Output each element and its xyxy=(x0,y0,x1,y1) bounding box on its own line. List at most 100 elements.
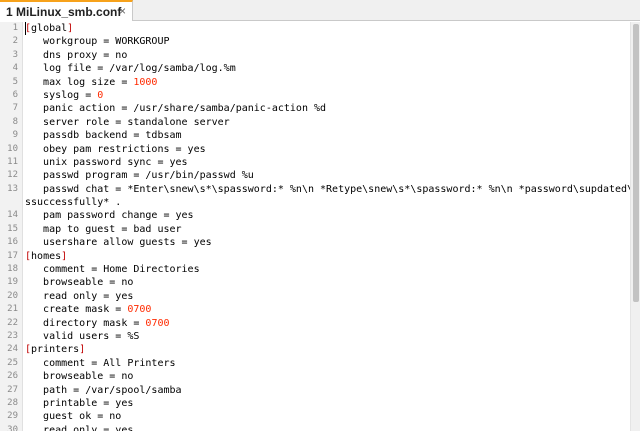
code-line: 24 [printers] xyxy=(0,343,630,356)
code-line: 7 panic action = /usr/share/samba/panic-… xyxy=(0,102,630,115)
code-text: read only = yes xyxy=(25,290,133,303)
code-text: directory mask = 0700 xyxy=(25,317,170,330)
scrollbar-thumb[interactable] xyxy=(633,24,639,302)
code-token: printers xyxy=(31,344,80,356)
code-token: obey pam restrictions = yes xyxy=(25,143,206,155)
line-number: 4 xyxy=(12,63,18,74)
code-token: log file = /var/log/samba/log.%m xyxy=(25,63,236,75)
code-line: 15 map to guest = bad user xyxy=(0,223,630,236)
line-number: 3 xyxy=(12,49,18,60)
code-text: guest ok = no xyxy=(25,410,121,423)
code-line: 19 browseable = no xyxy=(0,276,630,289)
code-line: 25 comment = All Printers xyxy=(0,357,630,370)
line-number: 7 xyxy=(12,103,18,114)
code-editor[interactable]: 1 [global] 2 workgroup = WORKGROUP 3 dns pr… xyxy=(0,22,630,431)
code-text: usershare allow guests = yes xyxy=(25,236,212,249)
code-line: 1 [global] xyxy=(0,22,630,35)
code-token: browseable = no xyxy=(25,277,134,289)
code-token: read only = yes xyxy=(25,424,134,431)
line-number: 30 xyxy=(7,424,18,431)
code-text: valid users = %S xyxy=(25,330,139,343)
line-number: 8 xyxy=(12,116,18,127)
code-text: pam password change = yes xyxy=(25,209,194,222)
code-token: syslog = xyxy=(25,89,98,101)
text-cursor xyxy=(25,22,26,35)
line-number: 5 xyxy=(12,76,18,87)
file-tab-title: 1 MiLinux_smb.conf xyxy=(6,4,122,19)
line-number: 26 xyxy=(7,371,18,382)
code-text: browseable = no xyxy=(25,370,133,383)
line-number: 6 xyxy=(12,89,18,100)
code-line: 16 usershare allow guests = yes xyxy=(0,236,630,249)
code-token: panic action = /usr/share/samba/panic-ac… xyxy=(25,103,327,115)
code-line: 29 guest ok = no xyxy=(0,410,630,423)
vertical-scrollbar[interactable] xyxy=(630,22,640,431)
code-line: 5 max log size = 1000 xyxy=(0,76,630,89)
code-text: passdb backend = tdbsam xyxy=(25,129,182,142)
code-token: comment = Home Directories xyxy=(25,264,200,276)
code-line: 11 unix password sync = yes xyxy=(0,156,630,169)
code-text: comment = Home Directories xyxy=(25,263,200,276)
code-line: 21 create mask = 0700 xyxy=(0,303,630,316)
code-token: pam password change = yes xyxy=(25,210,194,222)
code-text: server role = standalone server xyxy=(25,116,230,129)
code-line: 12 passwd program = /usr/bin/passwd %u xyxy=(0,169,630,182)
code-token: create mask = xyxy=(25,304,128,316)
code-token: dns proxy = no xyxy=(25,49,128,61)
line-number: 25 xyxy=(7,357,18,368)
line-number: 18 xyxy=(7,264,18,275)
line-number: 11 xyxy=(7,156,18,167)
code-line: 14 pam password change = yes xyxy=(0,209,630,222)
code-text: ssuccessfully* . xyxy=(25,196,121,209)
line-number: 24 xyxy=(7,344,18,355)
code-text: printable = yes xyxy=(25,397,133,410)
code-text: browseable = no xyxy=(25,276,133,289)
code-line: 18 comment = Home Directories xyxy=(0,263,630,276)
code-token: ssuccessfully* . xyxy=(25,197,122,209)
line-number: 28 xyxy=(7,397,18,408)
code-text: [homes] xyxy=(25,250,67,263)
line-number: 27 xyxy=(7,384,18,395)
code-line: 10 obey pam restrictions = yes xyxy=(0,143,630,156)
code-text: panic action = /usr/share/samba/panic-ac… xyxy=(25,102,326,115)
code-line: 2 workgroup = WORKGROUP xyxy=(0,35,630,48)
line-number: 13 xyxy=(7,183,18,194)
tab-bar: 1 MiLinux_smb.conf × xyxy=(0,0,640,21)
code-token: read only = yes xyxy=(25,290,134,302)
code-text: passwd chat = *Enter\snew\s*\spassword:*… xyxy=(25,183,630,196)
code-token: passdb backend = tdbsam xyxy=(25,130,182,142)
line-number: 14 xyxy=(7,210,18,221)
code-text: log file = /var/log/samba/log.%m xyxy=(25,62,236,75)
code-text: create mask = 0700 xyxy=(25,303,151,316)
code-line: 3 dns proxy = no xyxy=(0,49,630,62)
code-text: read only = yes xyxy=(25,424,133,431)
code-line: 22 directory mask = 0700 xyxy=(0,317,630,330)
line-number: 21 xyxy=(7,304,18,315)
code-line: 27 path = /var/spool/samba xyxy=(0,384,630,397)
code-text: path = /var/spool/samba xyxy=(25,384,182,397)
code-line: 9 passdb backend = tdbsam xyxy=(0,129,630,142)
line-number: 22 xyxy=(7,317,18,328)
code-text: [printers] xyxy=(25,343,85,356)
code-token: homes xyxy=(31,250,62,262)
code-text: passwd program = /usr/bin/passwd %u xyxy=(25,169,254,182)
code-line: 20 read only = yes xyxy=(0,290,630,303)
code-text: syslog = 0 xyxy=(25,89,103,102)
numeric-value: 0700 xyxy=(145,317,170,329)
close-tab-icon[interactable]: × xyxy=(119,4,126,18)
code-line: 26 browseable = no xyxy=(0,370,630,383)
code-text: obey pam restrictions = yes xyxy=(25,143,206,156)
line-number: 17 xyxy=(7,250,18,261)
line-number: 10 xyxy=(7,143,18,154)
code-line: ssuccessfully* . xyxy=(0,196,630,209)
code-token: global xyxy=(31,23,68,34)
numeric-value: 0 xyxy=(97,89,104,101)
code-lines: 1 [global] 2 workgroup = WORKGROUP 3 dns pr… xyxy=(0,22,630,431)
code-text: [global] xyxy=(25,22,73,35)
file-tab[interactable]: 1 MiLinux_smb.conf × xyxy=(0,0,133,21)
numeric-value: 1000 xyxy=(133,76,158,88)
line-number: 2 xyxy=(12,36,18,47)
code-token: printable = yes xyxy=(25,397,134,409)
code-line: 13 passwd chat = *Enter\snew\s*\spasswor… xyxy=(0,183,630,196)
line-number: 15 xyxy=(7,223,18,234)
